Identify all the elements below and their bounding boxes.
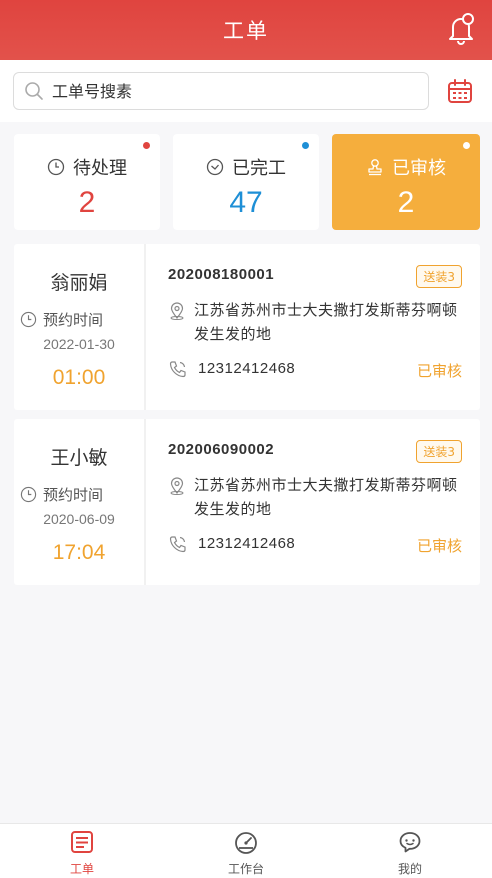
page-title: 工单 [223,19,269,43]
appointment-time: 17:04 [52,541,106,564]
stat-label: 已完工 [232,158,286,179]
location-pin-icon [170,477,184,495]
indicator-dot [463,142,470,149]
dashboard-icon [235,832,257,854]
order-number: 202008180001 [168,266,275,283]
order-status: 已审核 [416,362,462,380]
clock-icon [47,158,65,176]
search-icon [25,82,43,100]
profile-chat-icon [399,832,421,853]
tab-mine[interactable]: 我的 [328,824,492,878]
order-details: 202008180001 送装3 江苏省苏州市士大夫撒打发斯蒂芬啊顿发生发的地 … [148,244,480,410]
stat-pending[interactable]: 待处理 2 [14,134,160,230]
stat-reviewed[interactable]: 已审核 2 [332,134,480,230]
order-details: 202006090002 送装3 江苏省苏州市士大夫撒打发斯蒂芬啊顿发生发的地 … [148,419,480,585]
top-bar: 工单 [0,0,492,60]
order-address: 江苏省苏州市士大夫撒打发斯蒂芬啊顿发生发的地 [194,301,458,343]
order-card[interactable]: 王小敏 预约时间 2020-06-09 17:04 202006090002 送… [14,419,480,585]
order-appointment: 翁丽娟 预约时间 2022-01-30 01:00 [14,244,146,410]
appointment-label: 预约时间 [43,486,104,504]
bottom-tab-bar: 工单 工作台 我的 [0,823,492,878]
search-bar-area [0,60,492,122]
tab-label: 我的 [397,862,422,876]
appointment-time: 01:00 [52,366,106,389]
order-number: 202006090002 [168,441,275,458]
phone-icon[interactable] [168,534,188,554]
order-status: 已审核 [416,537,462,555]
phone-icon[interactable] [168,359,188,379]
tab-label: 工作台 [227,862,264,876]
order-appointment: 王小敏 预约时间 2020-06-09 17:04 [14,419,146,585]
stamp-icon [368,159,382,176]
calendar-icon[interactable] [446,78,474,106]
appointment-label: 预约时间 [43,311,104,329]
customer-name: 王小敏 [50,447,108,469]
appointment-date: 2022-01-30 [43,336,115,352]
clock-icon [20,311,37,328]
order-type-badge: 送装3 [416,265,462,288]
clock-icon [20,486,37,503]
work-order-icon [71,831,93,853]
stat-label: 已审核 [392,158,446,179]
order-card[interactable]: 翁丽娟 预约时间 2022-01-30 01:00 202008180001 送… [14,244,480,410]
tab-label: 工单 [69,862,94,876]
indicator-dot [143,142,150,149]
customer-phone: 12312412468 [198,360,296,377]
status-summary: 待处理 2 已完工 47 已审核 2 [0,122,492,240]
location-pin-icon [170,302,184,320]
stat-value: 2 [397,186,415,219]
order-type-badge: 送装3 [416,440,462,463]
stat-label: 待处理 [73,158,127,179]
stat-completed[interactable]: 已完工 47 [173,134,319,230]
customer-name: 翁丽娟 [50,272,108,294]
check-circle-icon [206,158,224,176]
search-input[interactable] [52,81,412,101]
order-address: 江苏省苏州市士大夫撒打发斯蒂芬啊顿发生发的地 [194,476,458,518]
search-box[interactable] [13,72,429,110]
appointment-date: 2020-06-09 [43,511,115,527]
stat-value: 47 [229,186,263,219]
tab-workbench[interactable]: 工作台 [164,824,328,878]
tab-work-order[interactable]: 工单 [0,824,164,878]
indicator-dot [302,142,309,149]
bell-icon[interactable] [444,10,478,46]
customer-phone: 12312412468 [198,535,296,552]
stat-value: 2 [78,186,96,219]
